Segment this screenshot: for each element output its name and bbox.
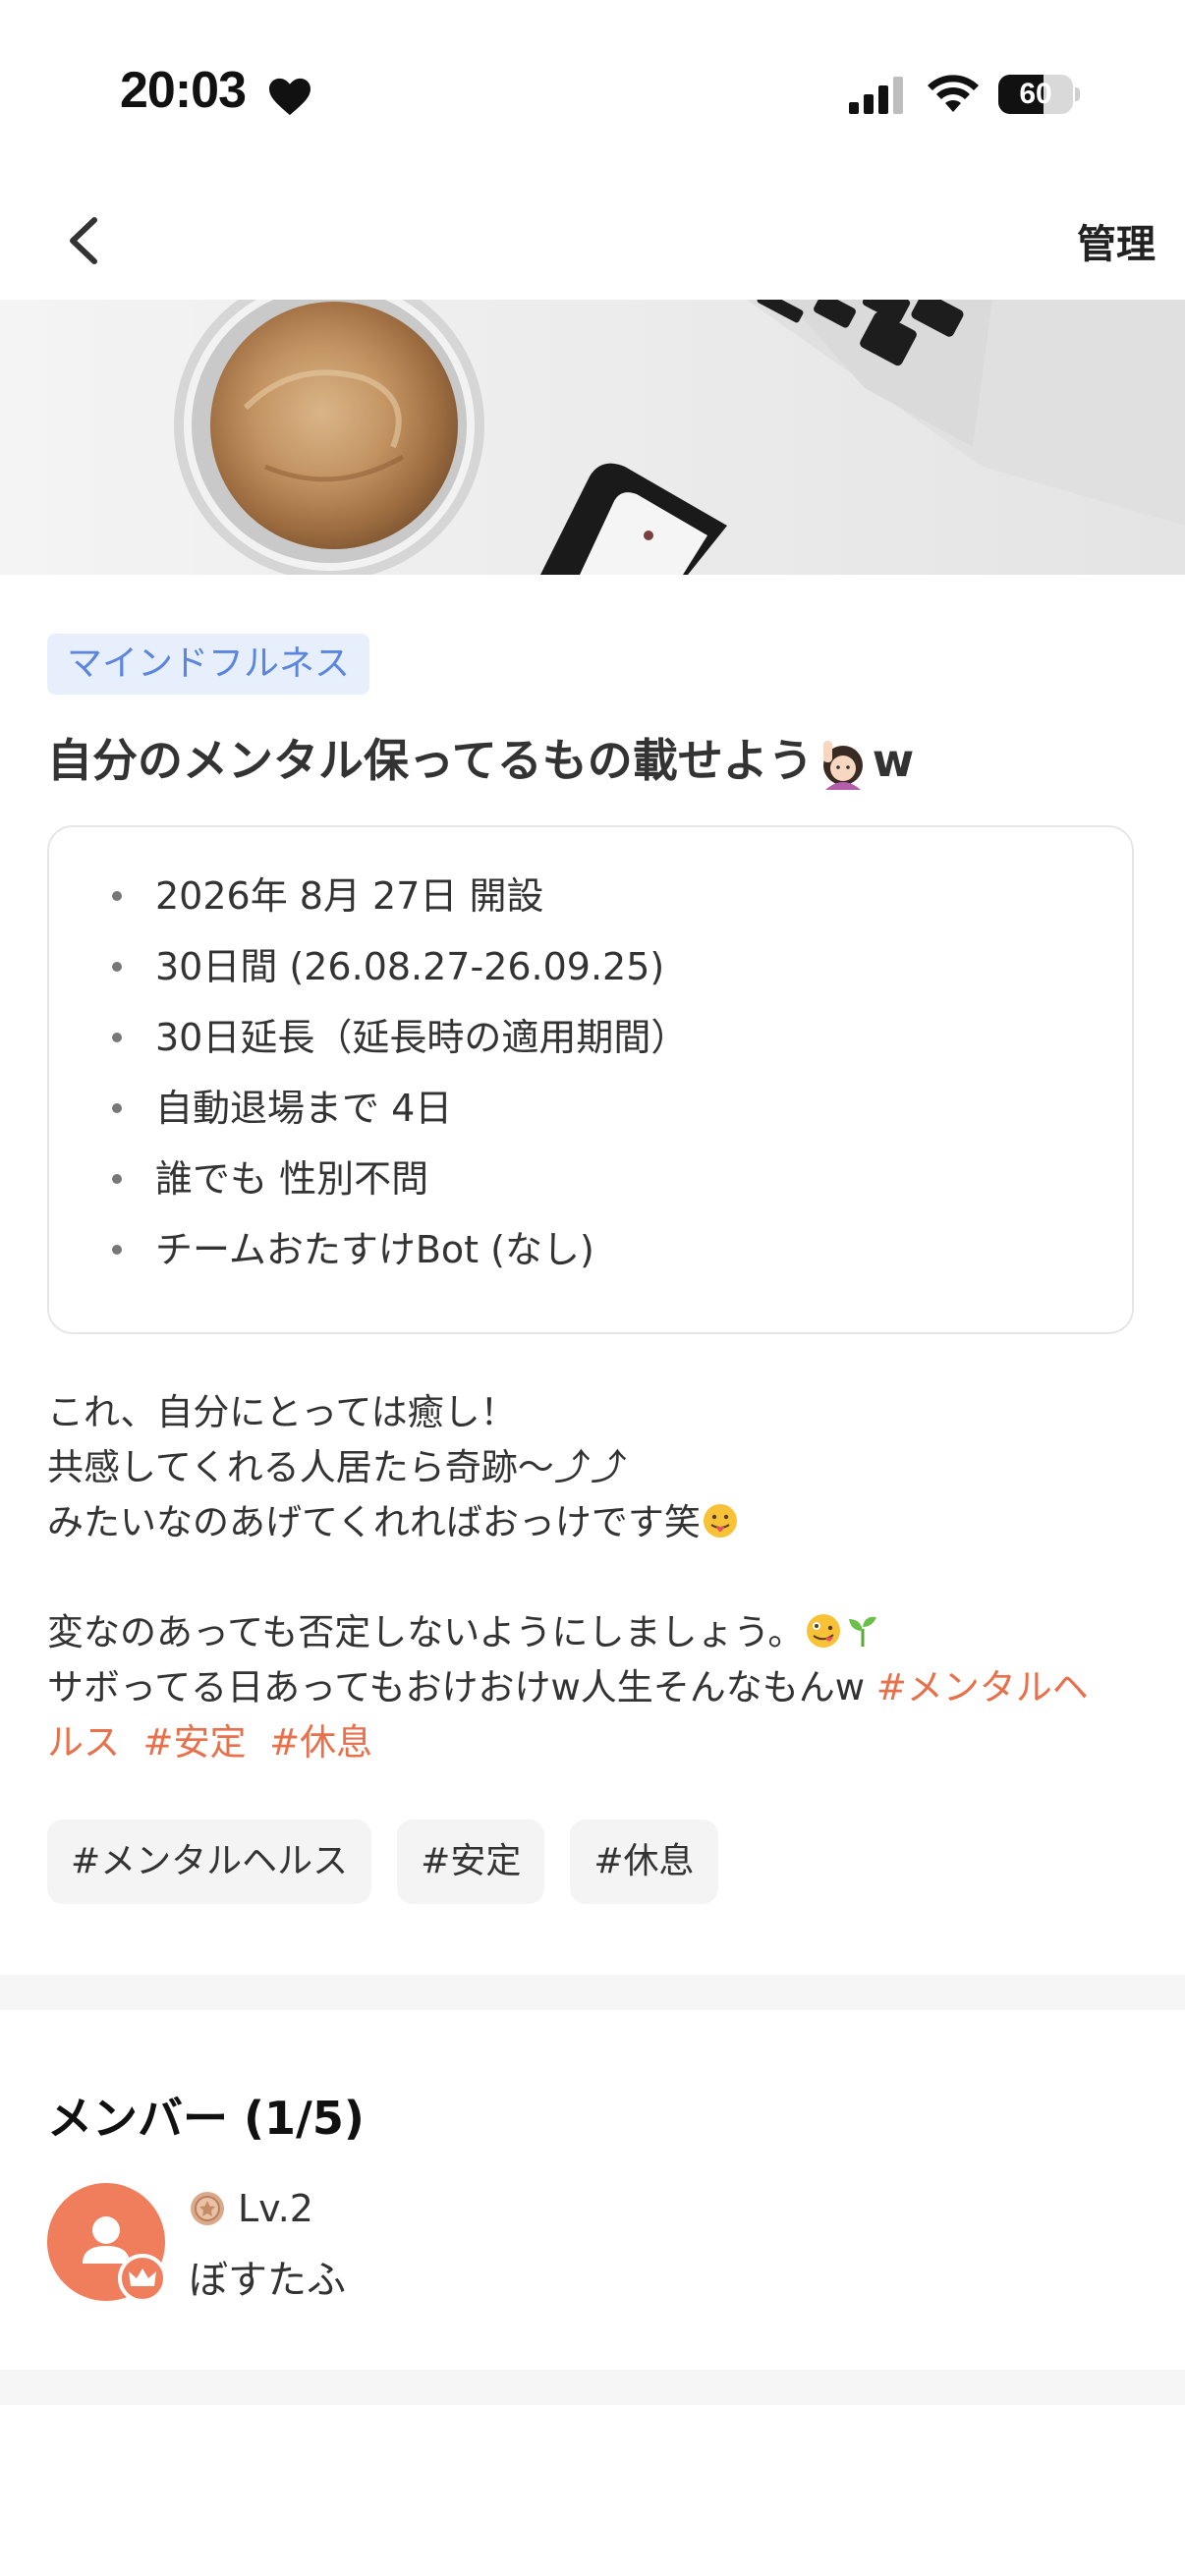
- crown-badge: [118, 2254, 167, 2303]
- tongue-out-emoji-icon: [703, 1504, 737, 1538]
- hashtag-link[interactable]: ルス: [47, 1721, 120, 1764]
- members-title: メンバー (1/5): [47, 2092, 365, 2145]
- member-name: ぼすたふ: [189, 2258, 346, 2303]
- seedling-emoji-icon: [849, 1616, 877, 1647]
- info-item-opened: 2026年 8月 27日 開設: [100, 874, 688, 945]
- description-line: ルス #安定 #休息: [47, 1715, 1148, 1770]
- section-divider: [0, 2370, 1185, 2405]
- cellular-signal-icon: [849, 77, 903, 114]
- team-title-text: 自分のメンタル保ってるもの載せよう: [47, 734, 814, 787]
- member-row[interactable]: Lv.2 ぼすたふ: [47, 2183, 735, 2311]
- wifi-icon: [928, 75, 979, 112]
- section-divider: [0, 1975, 1185, 2010]
- hashtag-link[interactable]: #メンタルヘ: [876, 1666, 1089, 1708]
- battery-percent: 60: [1019, 78, 1052, 110]
- team-description: これ、自分にとっては癒し！ 共感してくれる人居たら奇跡〜⤴︎⤴︎ みたいなのあげ…: [47, 1385, 1148, 1770]
- info-item-auto-leave: 自動退場まで 4日: [100, 1087, 688, 1157]
- team-info-card: 2026年 8月 27日 開設 30日間 (26.08.27-26.09.25)…: [47, 825, 1134, 1334]
- description-line: 共感してくれる人居たら奇跡〜⤴︎⤴︎: [47, 1446, 627, 1488]
- info-item-eligibility: 誰でも 性別不問: [100, 1157, 688, 1228]
- tag-chips: #メンタルヘルス #安定 #休息: [47, 1820, 718, 1904]
- description-line: これ、自分にとっては癒し！: [47, 1391, 517, 1433]
- description-line: 変なのあっても否定しないようにしましょう。: [47, 1605, 1148, 1660]
- crown-icon: [129, 2268, 156, 2286]
- tag-chip[interactable]: #安定: [397, 1820, 545, 1904]
- team-info-list: 2026年 8月 27日 開設 30日間 (26.08.27-26.09.25)…: [100, 874, 688, 1299]
- manage-button[interactable]: 管理: [1077, 212, 1156, 269]
- team-title-suffix: w: [872, 734, 915, 787]
- team-banner-image: [0, 300, 1185, 575]
- tag-chip[interactable]: #休息: [570, 1820, 718, 1904]
- status-bar: 20:03 60: [0, 0, 1185, 187]
- status-time: 20:03: [120, 62, 247, 119]
- back-arrow-icon[interactable]: [55, 206, 114, 275]
- battery-indicator: 60: [998, 75, 1080, 114]
- woman-raising-hand-emoji-icon: [822, 740, 863, 790]
- tag-chip[interactable]: #メンタルヘルス: [47, 1820, 372, 1904]
- category-tag: マインドフルネス: [47, 634, 370, 695]
- hashtag-link[interactable]: #安定: [143, 1721, 247, 1764]
- team-title: 自分のメンタル保ってるもの載せよう w: [47, 725, 914, 790]
- member-level: Lv.2: [189, 2187, 313, 2230]
- description-line: みたいなのあげてくれればおっけです笑: [47, 1495, 1148, 1550]
- info-item-bot: チームおたすけBot (なし): [100, 1228, 688, 1299]
- hashtag-link[interactable]: #休息: [269, 1721, 372, 1764]
- zany-face-emoji-icon: [807, 1614, 841, 1648]
- description-line: サボってる日あってもおけおけw人生そんなもんw #メンタルヘ: [47, 1666, 1089, 1708]
- level-medal-icon: [191, 2192, 224, 2225]
- info-item-duration: 30日間 (26.08.27-26.09.25): [100, 945, 688, 1016]
- info-item-extension: 30日延長（延長時の適用期間）: [100, 1016, 688, 1087]
- heart-icon: [269, 78, 310, 116]
